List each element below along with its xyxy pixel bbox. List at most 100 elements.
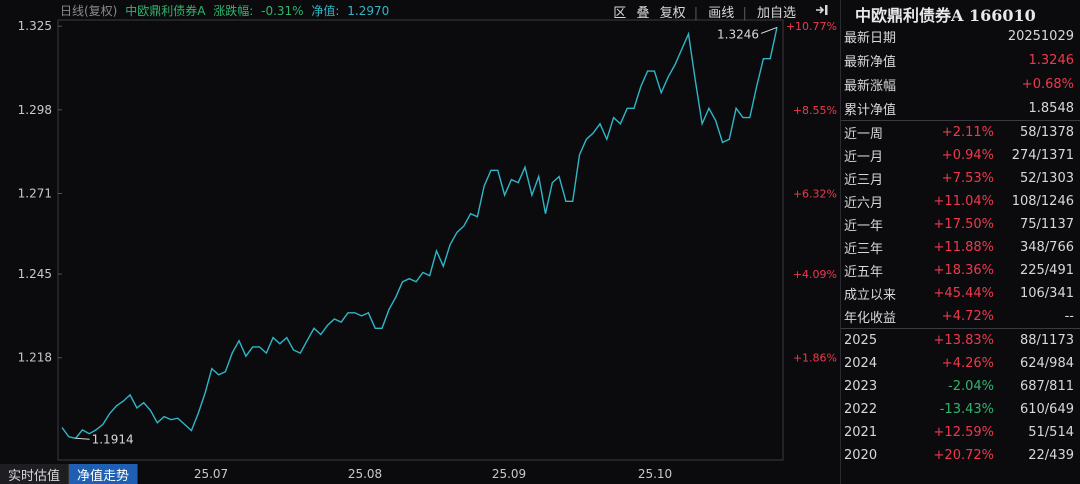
- rank-position: 610/649: [1019, 402, 1074, 417]
- rank-period: 2023: [844, 379, 878, 394]
- x-tick-label: 25.10: [638, 467, 672, 481]
- rank-row[interactable]: 2023 -2.04% 687/811: [841, 375, 1080, 398]
- rank-position: 51/514: [1028, 425, 1074, 440]
- rank-position: 274/1371: [1011, 148, 1074, 163]
- rank-period: 近五年: [844, 265, 884, 280]
- info-value: 1.3246: [1028, 52, 1075, 68]
- rank-period: 近六月: [844, 196, 884, 211]
- rank-position: 88/1173: [1019, 333, 1074, 348]
- y-tick-label: 1.298: [18, 103, 52, 117]
- rank-row[interactable]: 2022 -13.43% 610/649: [841, 398, 1080, 421]
- rank-row[interactable]: 近一月 +0.94% 274/1371: [841, 144, 1080, 167]
- rank-row[interactable]: 近六月 +11.04% 108/1246: [841, 190, 1080, 213]
- pct-tick-label: +1.86%: [793, 352, 837, 365]
- info-row: 最新涨幅 +0.68%: [841, 72, 1080, 96]
- y-tick-label: 1.245: [18, 267, 52, 281]
- chart-panel[interactable]: 1.325 +10.77% 1.298 +8.55% 1.271 +6.32% 1.245 +…: [0, 0, 840, 484]
- rank-change: +12.59%: [933, 425, 994, 440]
- rank-change: +45.44%: [933, 286, 994, 301]
- rank-row[interactable]: 2020 +20.72% 22/439: [841, 444, 1080, 467]
- y-tick-label: 1.325: [18, 19, 52, 33]
- rank-period: 近三月: [844, 173, 884, 188]
- tab-realtime-estimate[interactable]: 实时估值: [0, 464, 70, 484]
- rank-change: +4.26%: [941, 356, 994, 371]
- chart-header: 日线(复权) 中欧鼎利债券A 涨跌幅: -0.31% 净值: 1.2970: [60, 2, 393, 20]
- min-value-label: 1.1914: [92, 432, 134, 446]
- nav-line-chart[interactable]: 1.325 +10.77% 1.298 +8.55% 1.271 +6.32% 1.245 +…: [0, 0, 840, 484]
- fund-title: 中欧鼎利债券A 166010: [855, 6, 1036, 25]
- fund-info-panel: 中欧鼎利债券A 166010 最新日期 20251029 最新净值 1.3246 最新涨…: [840, 0, 1080, 484]
- change-value: -0.31%: [261, 4, 304, 18]
- rank-row[interactable]: 近一年 +17.50% 75/1137: [841, 213, 1080, 236]
- info-value: 20251029: [1007, 28, 1074, 44]
- rank-change: -2.04%: [948, 379, 994, 394]
- rank-change: +2.11%: [941, 125, 994, 140]
- zone-button[interactable]: 区: [613, 6, 626, 21]
- rank-change: +0.94%: [941, 148, 994, 163]
- rank-period: 2024: [844, 356, 878, 371]
- max-pointer: [760, 26, 778, 34]
- max-value-label: 1.3246: [717, 27, 759, 41]
- rank-change: -13.43%: [939, 402, 994, 417]
- toolbar-divider: |: [742, 6, 747, 21]
- rank-row[interactable]: 近三年 +11.88% 348/766: [841, 236, 1080, 259]
- y-tick-label: 1.218: [18, 351, 52, 365]
- plot-frame: [57, 19, 784, 461]
- info-value: +0.68%: [1021, 76, 1074, 92]
- nav-label: 净值:: [311, 4, 340, 18]
- chart-mode-label: 日线(复权): [60, 4, 118, 18]
- rank-position: 52/1303: [1019, 171, 1074, 186]
- rank-change: +18.36%: [933, 263, 994, 278]
- overlay-button[interactable]: 叠: [636, 6, 649, 21]
- change-label: 涨跌幅:: [213, 4, 254, 18]
- info-label: 最新涨幅: [844, 78, 897, 94]
- rank-position: 225/491: [1019, 263, 1074, 278]
- rank-row[interactable]: 年化收益 +4.72% --: [841, 305, 1080, 328]
- x-tick-label: 25.07: [194, 467, 228, 481]
- info-label: 最新净值: [844, 54, 897, 70]
- rank-row[interactable]: 近五年 +18.36% 225/491: [841, 259, 1080, 282]
- info-row: 最新净值 1.3246: [841, 48, 1080, 72]
- rank-row[interactable]: 2025 +13.83% 88/1173: [841, 329, 1080, 352]
- rank-change: +7.53%: [941, 171, 994, 186]
- tab-nav-trend[interactable]: 净值走势: [69, 464, 139, 484]
- adjust-button[interactable]: 复权: [660, 6, 686, 21]
- rank-position: 624/984: [1019, 356, 1074, 371]
- y-tick-label: 1.271: [18, 187, 52, 201]
- rank-position: 108/1246: [1011, 194, 1074, 209]
- pct-tick-label: +8.55%: [793, 104, 837, 117]
- rank-period: 2022: [844, 402, 878, 417]
- rank-period: 近一年: [844, 219, 884, 234]
- rank-period: 近一周: [844, 127, 884, 142]
- rank-period: 2025: [844, 333, 878, 348]
- rank-period: 2021: [844, 425, 878, 440]
- rank-change: +4.72%: [941, 309, 994, 324]
- rank-row[interactable]: 2024 +4.26% 624/984: [841, 352, 1080, 375]
- draw-line-button[interactable]: 画线: [708, 6, 734, 21]
- rank-period: 成立以来: [844, 288, 897, 303]
- nav-value: 1.2970: [347, 4, 390, 18]
- rank-row[interactable]: 近一周 +2.11% 58/1378: [841, 121, 1080, 144]
- fund-name-label: 中欧鼎利债券A: [125, 4, 206, 18]
- rank-change: +13.83%: [933, 333, 994, 348]
- exit-panel-icon[interactable]: [814, 3, 830, 17]
- rank-row[interactable]: 2021 +12.59% 51/514: [841, 421, 1080, 444]
- rank-position: 58/1378: [1019, 125, 1074, 140]
- info-label: 累计净值: [844, 102, 897, 118]
- rank-change: +17.50%: [933, 217, 994, 232]
- chart-toolbar: 区 叠 复权 | 画线 | 加自选: [607, 2, 796, 21]
- rank-period: 年化收益: [844, 311, 897, 326]
- toolbar-divider: |: [693, 6, 699, 21]
- pct-tick-label: +10.77%: [786, 20, 837, 33]
- pct-tick-label: +6.32%: [793, 188, 837, 201]
- rank-row[interactable]: 成立以来 +45.44% 106/341: [841, 282, 1080, 305]
- info-label: 最新日期: [844, 30, 897, 46]
- rank-position: --: [1064, 309, 1074, 324]
- rank-change: +11.88%: [933, 240, 994, 255]
- rank-change: +11.04%: [933, 194, 994, 209]
- add-watchlist-button[interactable]: 加自选: [757, 6, 796, 21]
- rank-position: 75/1137: [1019, 217, 1074, 232]
- min-pointer: [75, 437, 90, 440]
- info-row: 最新日期 20251029: [841, 24, 1080, 48]
- rank-row[interactable]: 近三月 +7.53% 52/1303: [841, 167, 1080, 190]
